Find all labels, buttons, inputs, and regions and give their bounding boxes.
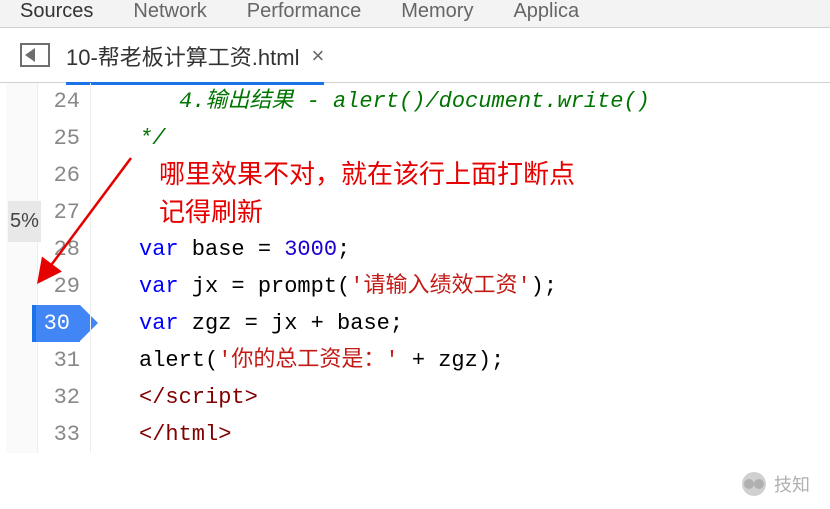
- code-line: [99, 157, 650, 194]
- wechat-icon: [742, 472, 766, 496]
- line-number[interactable]: 25: [38, 120, 80, 157]
- code-line: 4.输出结果 - alert()/document.write(): [99, 83, 650, 120]
- code-line: </html>: [99, 416, 650, 453]
- file-name: 10-帮老板计算工资.html: [66, 40, 299, 72]
- navigator-toggle-icon[interactable]: [20, 43, 48, 67]
- tab-performance[interactable]: Performance: [247, 0, 362, 23]
- line-number[interactable]: 29: [38, 268, 80, 305]
- line-number[interactable]: 32: [38, 379, 80, 416]
- code-editor: 5% 24 25 26 27 28 29 30 31 32 33 哪里效果不对，…: [6, 83, 830, 453]
- line-number[interactable]: 24: [38, 83, 80, 120]
- line-number-gutter[interactable]: 24 25 26 27 28 29 30 31 32 33: [38, 83, 90, 453]
- code-line: var zgz = jx + base;: [99, 305, 650, 342]
- code-line: var base = 3000;: [99, 231, 650, 268]
- watermark-text: 技知: [774, 471, 810, 497]
- code-line: var jx = prompt('请输入绩效工资');: [99, 268, 650, 305]
- tab-application[interactable]: Applica: [513, 0, 579, 23]
- tab-memory[interactable]: Memory: [401, 0, 473, 23]
- watermark: 技知: [742, 471, 810, 497]
- code-line: [99, 194, 650, 231]
- code-line: alert('你的总工资是：' + zgz);: [99, 342, 650, 379]
- code-area[interactable]: 哪里效果不对，就在该行上面打断点 记得刷新 4.输出结果 - alert()/d…: [90, 83, 650, 453]
- line-number[interactable]: 26: [38, 157, 80, 194]
- devtools-tabs: Sources Network Performance Memory Appli…: [0, 0, 830, 28]
- line-number[interactable]: 27: [38, 194, 80, 231]
- line-number[interactable]: 28: [38, 231, 80, 268]
- code-line: */: [99, 120, 650, 157]
- tab-sources[interactable]: Sources: [20, 0, 93, 23]
- line-number[interactable]: 33: [38, 416, 80, 453]
- left-gutter: 5%: [6, 83, 38, 453]
- line-number[interactable]: 31: [38, 342, 80, 379]
- coverage-label: 5%: [8, 201, 41, 242]
- close-icon[interactable]: ×: [311, 43, 324, 69]
- tab-network[interactable]: Network: [133, 0, 206, 23]
- file-tab[interactable]: 10-帮老板计算工资.html ×: [66, 26, 324, 85]
- file-tab-bar: 10-帮老板计算工资.html ×: [0, 28, 830, 83]
- code-line: </script>: [99, 379, 650, 416]
- breakpoint-line-number[interactable]: 30: [32, 305, 80, 342]
